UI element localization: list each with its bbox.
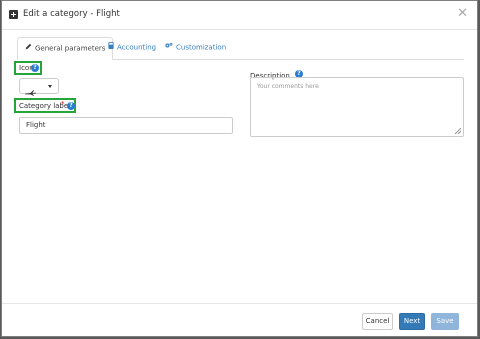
description-placeholder: Your comments here bbox=[257, 83, 319, 90]
description-textarea[interactable]: Your comments here bbox=[250, 77, 464, 137]
help-icon[interactable]: ? bbox=[67, 102, 75, 110]
calculator-icon bbox=[108, 37, 114, 58]
icon-select[interactable] bbox=[19, 78, 59, 96]
modal-header: Edit a category - Flight ✕ bbox=[2, 1, 477, 30]
tab-accounting[interactable]: Accounting bbox=[108, 37, 156, 58]
category-label-input[interactable]: Flight bbox=[19, 117, 233, 134]
gears-icon bbox=[165, 37, 173, 58]
icon-label-highlight: Icon ? bbox=[14, 61, 42, 75]
plus-square-icon bbox=[9, 10, 18, 19]
modal-footer: Cancel Next Save bbox=[2, 303, 477, 338]
save-button[interactable]: Save bbox=[431, 313, 459, 330]
chevron-down-icon bbox=[48, 85, 52, 88]
required-marker: * bbox=[61, 100, 65, 108]
tab-label: General parameters bbox=[35, 44, 106, 53]
modal-title: Edit a category - Flight bbox=[23, 9, 120, 19]
tab-general-parameters[interactable]: General parameters bbox=[17, 37, 114, 60]
tab-bar: General parameters Accounting Customizat… bbox=[17, 37, 464, 60]
next-button[interactable]: Next bbox=[399, 313, 425, 330]
tab-label: Customization bbox=[176, 43, 227, 52]
edit-category-modal: Edit a category - Flight ✕ General param… bbox=[1, 0, 478, 337]
category-label-highlight: Category label * ? bbox=[14, 98, 76, 113]
tab-customization[interactable]: Customization bbox=[165, 37, 226, 58]
help-icon[interactable]: ? bbox=[31, 64, 39, 72]
pencil-icon bbox=[25, 38, 32, 59]
cancel-button[interactable]: Cancel bbox=[362, 313, 393, 330]
close-icon[interactable]: ✕ bbox=[457, 7, 468, 20]
tab-label: Accounting bbox=[117, 43, 157, 52]
resize-handle-icon[interactable] bbox=[455, 128, 461, 134]
